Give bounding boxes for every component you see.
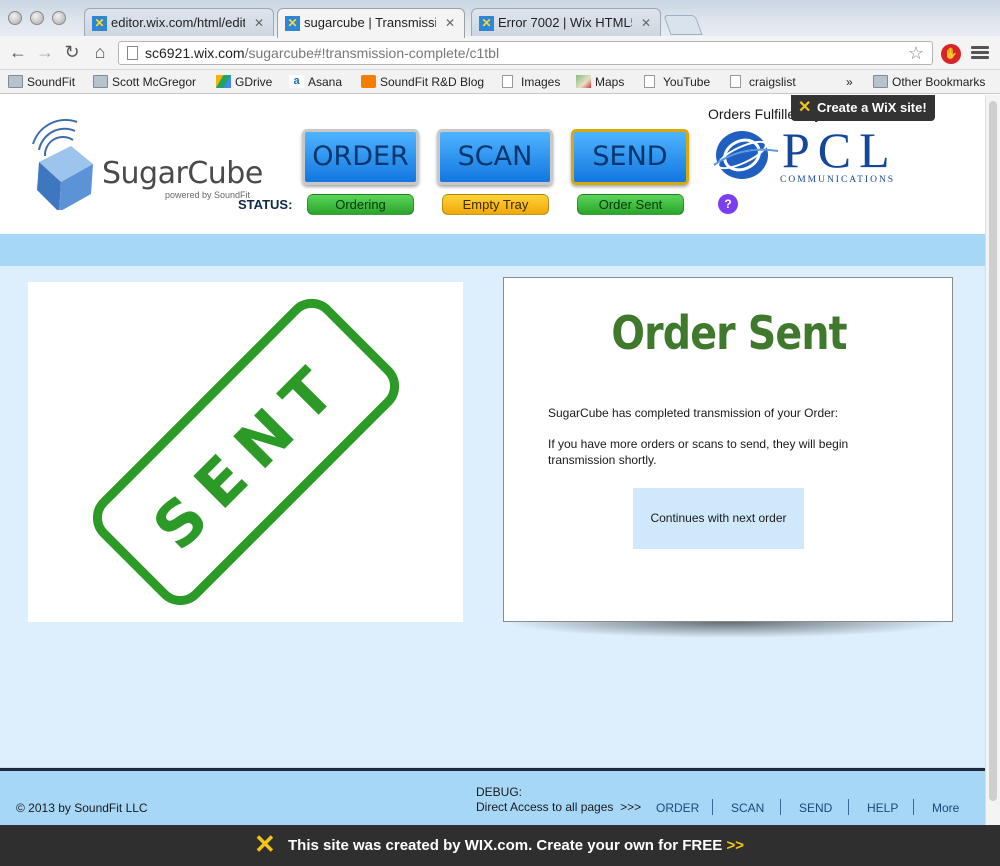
page-icon <box>502 75 513 88</box>
card-title: Order Sent <box>611 306 847 360</box>
bookmark-gdrive[interactable]: GDrive <box>216 74 272 90</box>
home-icon[interactable]: ⌂ <box>89 41 111 63</box>
bookmark-craigslist[interactable]: craigslist <box>730 74 796 90</box>
wix-logo-icon: ✕ <box>254 829 276 859</box>
page-icon <box>644 75 655 88</box>
browser-tab-strip: ✕ editor.wix.com/html/edito ✕ ✕ sugarcub… <box>0 0 1000 38</box>
window-minimize-icon[interactable] <box>30 11 44 25</box>
debug-description: Direct Access to all pages >>> <box>476 800 642 814</box>
footer-separator <box>712 799 713 815</box>
card-shadow <box>505 622 950 638</box>
window-close-icon[interactable] <box>8 11 22 25</box>
blogger-icon <box>361 75 376 88</box>
wix-favicon-icon: ✕ <box>479 16 494 31</box>
sugarcube-logo[interactable]: SugarCube powered by SoundFit <box>15 110 275 212</box>
bookmarks-overflow-chevron[interactable]: » <box>846 74 853 90</box>
logo-wordmark: SugarCube <box>102 156 263 191</box>
debug-label: DEBUG: <box>476 785 523 799</box>
bookmark-maps[interactable]: Maps <box>576 74 624 90</box>
bookmarks-bar: SoundFit Scott McGregor GDrive a Asana So… <box>0 70 1000 94</box>
continue-next-order-button[interactable]: Continues with next order <box>633 488 804 549</box>
card-message-more: If you have more orders or scans to send… <box>548 437 849 467</box>
status-label: STATUS: <box>238 197 293 212</box>
card-message: SugarCube has completed transmission of … <box>548 406 839 420</box>
footer-link-order[interactable]: ORDER <box>656 801 699 815</box>
stamp-text: SENT <box>139 345 358 564</box>
browser-toolbar: ← → ↻ ⌂ sc6921.wix.com/sugarcube#!transm… <box>0 36 1000 70</box>
bookmark-soundfit[interactable]: SoundFit <box>8 74 75 90</box>
order-button[interactable]: ORDER <box>302 129 419 185</box>
footer-link-help[interactable]: HELP <box>867 801 898 815</box>
tab-close-icon[interactable]: ✕ <box>445 9 455 37</box>
pcl-wordmark: PCL <box>782 122 898 178</box>
browser-tab[interactable]: ✕ Error 7002 | Wix HTML5 ✕ <box>471 8 661 38</box>
footer-link-more[interactable]: More <box>932 801 959 815</box>
gdrive-icon <box>216 75 231 88</box>
site-footer: © 2013 by SoundFit LLC DEBUG: Direct Acc… <box>0 768 985 825</box>
stop-extension-icon[interactable]: ✋ <box>941 44 961 64</box>
header-divider-bar <box>0 234 985 266</box>
footer-separator <box>848 799 849 815</box>
page-icon <box>127 46 138 60</box>
page-content: SugarCube powered by SoundFit ORDER SCAN… <box>0 95 985 866</box>
bookmark-other-bookmarks[interactable]: Other Bookmarks <box>873 74 985 90</box>
wix-favicon-icon: ✕ <box>285 16 300 31</box>
address-bar[interactable]: sc6921.wix.com/sugarcube#!transmission-c… <box>118 41 933 65</box>
wix-logo-icon: ✕ <box>798 99 812 116</box>
page-scrollbar[interactable] <box>985 95 1000 825</box>
bookmark-youtube[interactable]: YouTube <box>644 74 710 90</box>
pcl-communications-logo[interactable]: PCL COMMUNICATIONS <box>712 122 912 187</box>
page-icon <box>730 75 741 88</box>
folder-icon <box>873 75 888 88</box>
order-status-badge: Ordering <box>307 194 414 215</box>
bookmark-asana[interactable]: a Asana <box>289 74 342 90</box>
order-sent-card: Order Sent SugarCube has completed trans… <box>503 277 953 622</box>
help-icon[interactable]: ? <box>718 194 738 214</box>
asana-icon: a <box>289 75 304 88</box>
bookmark-star-icon[interactable]: ☆ <box>908 42 924 64</box>
footer-link-scan[interactable]: SCAN <box>731 801 764 815</box>
create-wix-site-button[interactable]: ✕ Create a WiX site! <box>791 95 935 121</box>
bookmark-rd-blog[interactable]: SoundFit R&D Blog <box>361 74 484 90</box>
scrollbar-thumb[interactable] <box>989 101 997 801</box>
new-tab-button[interactable] <box>663 15 703 35</box>
wix-banner-text: This site was created by WIX.com. Create… <box>288 837 723 854</box>
sent-stamp-icon: SENT <box>92 298 400 606</box>
scan-status-badge: Empty Tray <box>442 194 549 215</box>
wix-promo-banner[interactable]: ✕ This site was created by WIX.com. Crea… <box>0 825 1000 866</box>
bookmark-images[interactable]: Images <box>502 74 560 90</box>
browser-tab[interactable]: ✕ editor.wix.com/html/edito ✕ <box>84 8 274 38</box>
maps-icon <box>576 75 591 88</box>
window-zoom-icon[interactable] <box>52 11 66 25</box>
sent-stamp-image: SENT <box>28 282 463 622</box>
folder-icon <box>8 75 23 88</box>
bookmark-scott-mcgregor[interactable]: Scott McGregor <box>93 74 196 90</box>
wix-favicon-icon: ✕ <box>92 16 107 31</box>
forward-arrow-icon[interactable]: → <box>34 41 56 63</box>
scan-button[interactable]: SCAN <box>437 129 553 185</box>
browser-menu-icon[interactable] <box>971 46 989 60</box>
footer-separator <box>913 799 914 815</box>
footer-link-send[interactable]: SEND <box>799 801 832 815</box>
send-button[interactable]: SEND <box>571 129 689 185</box>
back-arrow-icon[interactable]: ← <box>7 41 29 63</box>
pcl-subtitle: COMMUNICATIONS <box>780 175 896 185</box>
debug-block: DEBUG: Direct Access to all pages >>> <box>476 785 641 815</box>
footer-separator <box>780 799 781 815</box>
wix-banner-arrows: >> <box>726 837 744 854</box>
main-content: SENT Order Sent SugarCube has completed … <box>0 266 985 768</box>
tab-close-icon[interactable]: ✕ <box>254 9 264 37</box>
reload-icon[interactable]: ↻ <box>61 41 83 63</box>
pcl-swirl-icon <box>713 131 779 179</box>
copyright-text: © 2013 by SoundFit LLC <box>16 801 148 815</box>
send-status-badge: Order Sent <box>577 194 684 215</box>
folder-icon <box>93 75 108 88</box>
browser-tab-active[interactable]: ✕ sugarcube | Transmission ✕ <box>277 8 465 38</box>
tab-close-icon[interactable]: ✕ <box>641 9 651 37</box>
